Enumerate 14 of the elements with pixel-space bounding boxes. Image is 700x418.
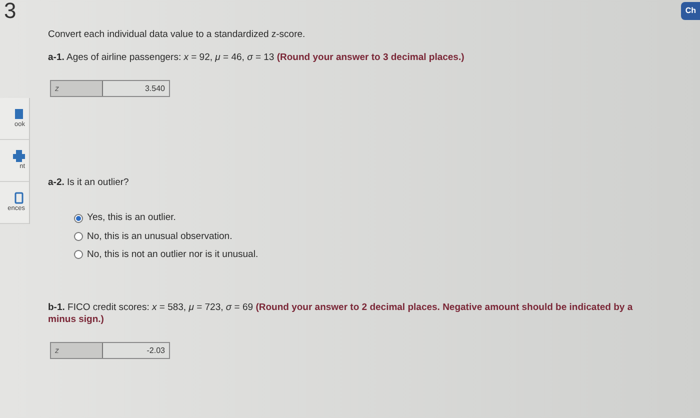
- book-icon: [13, 108, 25, 120]
- option-text: No, this is not an outlier nor is it unusual.: [87, 248, 258, 262]
- radio-button[interactable]: [74, 214, 83, 223]
- radio-button[interactable]: [74, 232, 83, 242]
- question-text: a-2. Is it an outlier?: [48, 177, 129, 190]
- radio-button[interactable]: [74, 250, 83, 260]
- check-button[interactable]: Ch: [681, 2, 700, 20]
- question-number: 3: [3, 0, 18, 22]
- question-text: a-1. Ages of airline passengers: x = 92, μ = 46, σ = 13 (Round your answer to 3 decimal places.): [48, 52, 464, 64]
- instructions-text: Convert each individual data value to a standardized z-score.: [48, 28, 306, 42]
- option-text: Yes, this is an outlier.: [87, 211, 176, 226]
- document-icon: [13, 192, 25, 204]
- question-text: b-1. FICO credit scores: x = 583, μ = 723, σ = 69 (Round your answer to 2 decimal places. Negative amount should be indicated by a minus sign.): [48, 302, 634, 326]
- option-text: No, this is an unusual observation.: [87, 230, 232, 244]
